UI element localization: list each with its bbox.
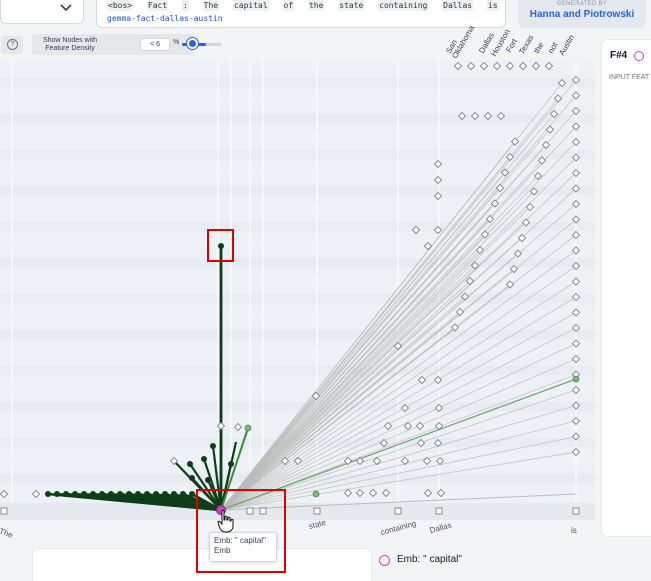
active-feature-node — [244, 424, 252, 432]
graph-band — [0, 402, 595, 411]
prompt-token: is — [486, 0, 499, 11]
prompt-tokens: <bos> Fact : The capital of the state co… — [107, 0, 499, 11]
active-feature-node — [312, 490, 320, 498]
selected-node-label: Emb: " capital" — [397, 554, 462, 565]
active-feature-node — [187, 461, 193, 467]
active-feature-node — [45, 491, 51, 497]
graph-band — [0, 222, 595, 231]
token-node — [435, 507, 443, 515]
active-feature-node — [54, 491, 60, 497]
help-icon: ? — [7, 39, 18, 50]
feature-detail-panel: F#4 INPUT FEAT — [601, 39, 651, 537]
graph-band — [0, 366, 595, 375]
graph-band — [0, 330, 595, 339]
density-input[interactable]: < 6 — [140, 38, 170, 51]
graph-band — [0, 96, 595, 105]
graph-band — [0, 78, 595, 87]
density-label: Show Nodes with Feature Density — [42, 37, 98, 52]
attribution-graph-app: <bos> Fact : The capital of the state co… — [0, 0, 651, 581]
input-features-heading: INPUT FEAT — [609, 74, 650, 81]
token-node — [0, 507, 8, 515]
token-node — [313, 507, 321, 515]
active-feature-node — [63, 491, 69, 497]
embedding-row — [0, 503, 595, 520]
hand-cursor-icon — [217, 509, 234, 533]
highlight-box — [196, 489, 286, 573]
graph-band — [0, 60, 595, 69]
prompt-token: of — [282, 0, 295, 11]
active-feature-node — [81, 491, 87, 497]
node-marker-icon — [634, 51, 644, 61]
prompt-id: gemma-fact-dallas-austin — [107, 14, 223, 23]
active-feature-node — [205, 477, 211, 483]
active-feature-node — [228, 461, 234, 467]
active-feature-node — [210, 443, 216, 449]
active-feature-node — [144, 491, 150, 497]
graph-band — [0, 114, 595, 123]
top-token-label: the — [532, 40, 546, 55]
active-feature-node — [189, 475, 195, 481]
top-token-label: Texas — [517, 33, 536, 56]
active-feature-node — [180, 491, 186, 497]
active-feature-node — [201, 456, 207, 462]
active-feature-node — [126, 491, 132, 497]
prompt-token: state — [338, 0, 365, 11]
active-feature-node — [72, 491, 78, 497]
prompt-display: <bos> Fact : The capital of the state co… — [96, 0, 506, 28]
graph-band — [0, 312, 595, 321]
x-token-label: is — [571, 526, 577, 535]
top-bar: <bos> Fact : The capital of the state co… — [0, 0, 651, 30]
attribution-graph: San Oklahoma Dallas Houston Fort Texas t… — [0, 24, 595, 580]
generated-by-label: GENERATED BY — [556, 1, 608, 7]
active-feature-node — [189, 491, 195, 497]
prompt-token: : — [182, 0, 189, 11]
active-feature-node — [99, 491, 105, 497]
prompt-token: The — [202, 0, 220, 11]
prompt-token: <bos> — [107, 0, 134, 11]
active-feature-node — [153, 491, 159, 497]
active-feature-node — [117, 491, 123, 497]
prompt-token: containing — [378, 0, 429, 11]
active-feature-node — [90, 491, 96, 497]
active-feature-node — [108, 491, 114, 497]
density-unit: % — [173, 39, 180, 46]
help-button[interactable]: ? — [1, 36, 23, 54]
prompt-token: Dallas — [442, 0, 474, 11]
active-feature-node — [135, 491, 141, 497]
graph-select-dropdown[interactable] — [0, 0, 84, 24]
graph-band — [0, 258, 595, 267]
generated-by-author[interactable]: Hanna and Piotrowski — [518, 9, 646, 20]
feature-density-control: Show Nodes with Feature Density < 6 % — [32, 34, 222, 55]
graph-canvas[interactable] — [0, 60, 595, 580]
prompt-token: Fact — [146, 0, 169, 11]
graph-band — [0, 348, 595, 357]
token-node — [572, 507, 580, 515]
active-feature-node — [162, 491, 168, 497]
prompt-token: the — [307, 0, 325, 11]
active-feature-node — [171, 491, 177, 497]
active-feature-node — [572, 375, 580, 383]
highlight-box — [207, 229, 234, 262]
feature-title: F#4 — [610, 50, 628, 61]
selected-node-icon — [379, 555, 390, 566]
graph-band — [0, 204, 595, 213]
graph-band — [0, 150, 595, 159]
graph-band — [0, 132, 595, 141]
chevron-down-icon — [60, 4, 72, 12]
generated-by-badge: GENERATED BY Hanna and Piotrowski — [518, 0, 646, 28]
top-token-label: Austin — [557, 33, 577, 57]
token-node — [394, 507, 402, 515]
prompt-token: capital — [232, 0, 269, 11]
density-slider-thumb[interactable] — [187, 38, 198, 49]
